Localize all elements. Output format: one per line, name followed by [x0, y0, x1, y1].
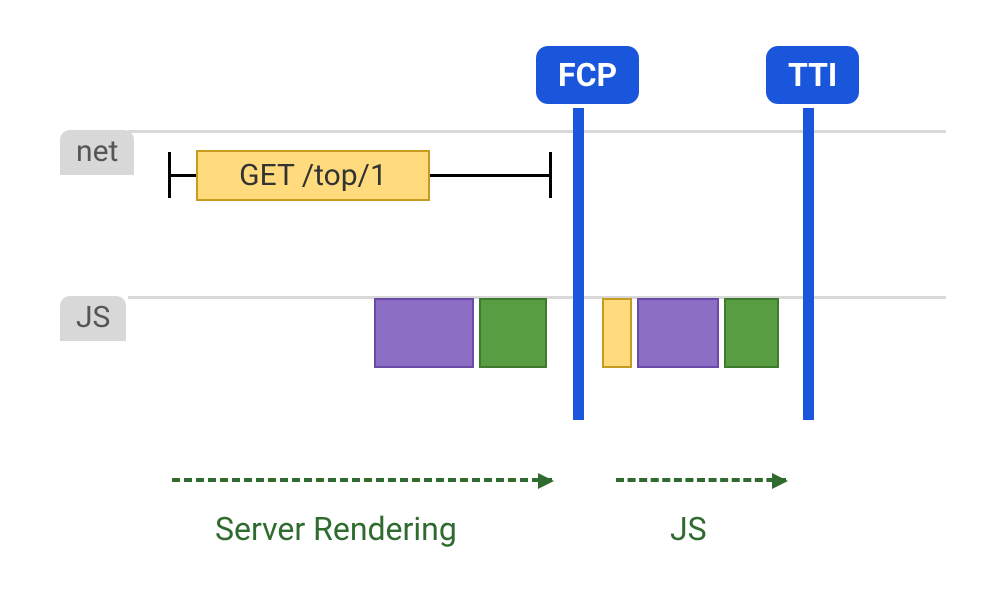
- tti-marker-badge: TTI: [766, 46, 859, 104]
- net-request-box: GET /top/1: [196, 150, 430, 201]
- net-request-end-tick: [549, 152, 552, 198]
- row-rule-net: [128, 130, 946, 133]
- fcp-marker-badge: FCP: [536, 46, 639, 104]
- row-label-js: JS: [60, 296, 126, 341]
- phase-arrow-server: [172, 478, 552, 482]
- js-block-yellow: [602, 298, 632, 368]
- js-block-purple-1: [374, 298, 474, 368]
- fcp-marker-line: [573, 108, 584, 420]
- js-block-purple-2: [637, 298, 719, 368]
- phase-label-server: Server Rendering: [215, 510, 457, 548]
- js-block-green-2: [724, 298, 779, 368]
- phase-arrow-js: [616, 478, 786, 482]
- row-label-net: net: [60, 130, 134, 175]
- phase-label-js: JS: [670, 510, 707, 548]
- timeline-diagram: FCP TTI net GET /top/1 JS Server Renderi…: [0, 0, 994, 614]
- tti-marker-line: [803, 108, 814, 420]
- js-block-green-1: [479, 298, 547, 368]
